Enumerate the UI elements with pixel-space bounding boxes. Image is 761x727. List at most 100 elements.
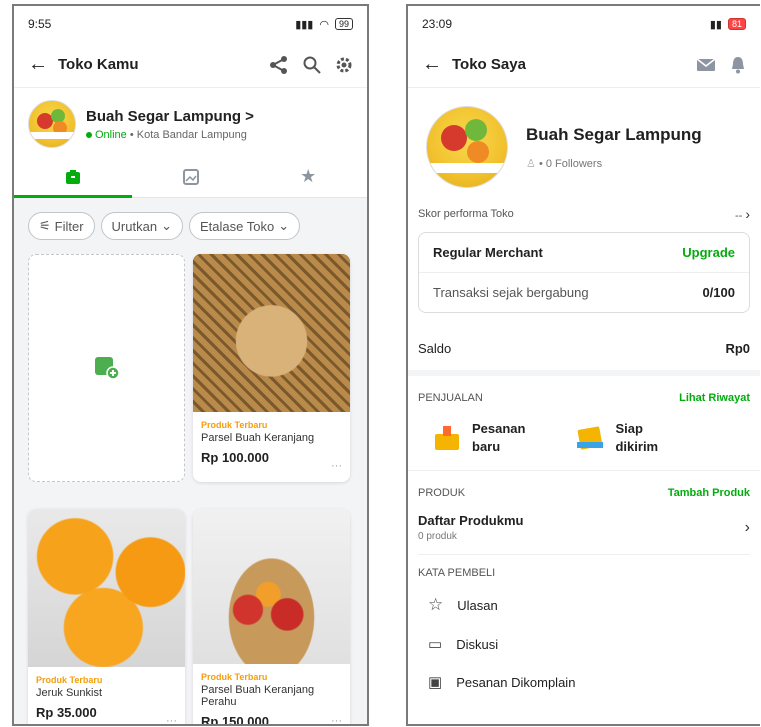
filter-sliders-icon: ⚟ [39,218,51,233]
performance-label: Skor performa Toko [418,208,514,220]
status-time: 23:09 [422,17,453,31]
sort-chip[interactable]: Urutkan ⌄ [100,212,183,240]
new-orders-button[interactable]: Pesanan baru [432,420,525,456]
bell-icon[interactable] [730,56,746,74]
signal-icon: ▮▮▮ [295,18,314,31]
shop-header[interactable]: Buah Segar Lampung > Online • Kota Banda… [14,88,367,156]
product-card[interactable]: Produk Terbaru Jeruk Sunkist Rp 35.000 ·… [28,509,185,724]
tab-reviews[interactable]: ★ [249,156,367,197]
add-product-link[interactable]: Tambah Produk [668,487,750,499]
performance-row[interactable]: Skor performa Toko -- › [408,202,760,226]
product-list-row[interactable]: Daftar Produkmu 0 produk › [418,505,750,554]
discussion-label: Diskusi [456,636,499,652]
shop-status: Online • Kota Bandar Lampung [86,129,254,141]
product-grid: Produk Terbaru Parsel Buah Keranjang Rp … [14,254,367,726]
new-order-icon [435,426,459,451]
chat-icon: ▭ [428,636,443,654]
product-name: Parsel Buah Keranjang Perahu [201,684,315,708]
right-phone-screen: 23:09 ▮▮ 81 ← Toko Saya Buah Segar Lampu… [406,4,760,726]
add-product-card[interactable] [28,254,185,482]
top-bar: ← Toko Saya [408,42,760,88]
merchant-box: Regular Merchant Upgrade Transaksi sejak … [418,232,750,313]
status-bar: 9:55 ▮▮▮ ◠ 99 [14,6,367,42]
product-price: Rp 150.000 [201,714,269,726]
buyer-section: KATA PEMBELI ☆ Ulasan ▭ Diskusi ▣ Pesanan D… [408,555,760,701]
product-name: Parsel Buah Keranjang [201,432,315,444]
product-image-basket [193,254,350,412]
more-options-icon[interactable]: ··· [331,715,342,724]
star-icon: ★ [300,166,317,186]
ready-to-ship-button[interactable]: Siap dikirim [575,420,658,456]
shop-followers: ♙ • 0 Followers [526,157,702,170]
product-label: Produk Terbaru [201,420,268,430]
filter-chip[interactable]: ⚟ Filter [28,212,95,240]
battery-icon: 99 [334,18,353,30]
transaction-value: 0/100 [702,285,735,300]
shop-name: Buah Segar Lampung [526,124,702,144]
status-bar: 23:09 ▮▮ 81 [408,6,760,42]
search-icon[interactable] [303,56,321,74]
saldo-row[interactable]: Saldo Rp0 [408,319,760,370]
chevron-right-icon: › [744,518,750,536]
product-label: Produk Terbaru [201,672,268,682]
product-price: Rp 100.000 [201,450,269,465]
new-orders-label: Pesanan baru [472,421,526,455]
product-image-boat-basket [193,509,350,664]
share-icon[interactable] [269,55,289,74]
saldo-label: Saldo [418,341,452,356]
shop-name[interactable]: Buah Segar Lampung > [86,108,254,125]
product-image-oranges [28,509,185,667]
back-arrow-icon[interactable]: ← [422,53,452,76]
filter-label: Filter [54,218,84,234]
product-card[interactable]: Produk Terbaru Parsel Buah Keranjang Rp … [193,254,350,482]
tab-products[interactable] [14,156,132,198]
shop-tabs: ★ [14,156,367,198]
product-card[interactable]: Produk Terbaru Parsel Buah Keranjang Per… [193,509,350,726]
merchant-type: Regular Merchant [433,245,543,260]
wifi-icon: ◠ [319,18,329,31]
discussion-item[interactable]: ▭ Diskusi [418,625,750,663]
online-label: Online [95,128,127,141]
complaints-item[interactable]: ▣ Pesanan Dikomplain [418,663,750,701]
chevron-right-icon: › [745,206,750,222]
complaints-label: Pesanan Dikomplain [456,674,576,690]
shop-logo [28,100,76,148]
reviews-item[interactable]: ☆ Ulasan [418,585,750,625]
more-options-icon[interactable]: ··· [166,715,177,724]
tab-showcase[interactable] [132,156,250,197]
image-icon [182,168,199,185]
gear-icon[interactable] [335,56,353,74]
shop-location: • Kota Bandar Lampung [129,128,247,141]
product-section: PRODUK Tambah Produk Daftar Produkmu 0 pr… [408,470,760,554]
showcase-chip[interactable]: Etalase Toko ⌄ [188,212,301,240]
product-label: Produk Terbaru [36,675,103,685]
more-options-icon[interactable]: ··· [331,460,342,472]
shop-logo [426,106,508,188]
ready-label: Siap dikirim [615,421,659,455]
transaction-label: Transaksi sejak bergabung [433,285,589,300]
filter-bar: ⚟ Filter Urutkan ⌄ Etalase Toko ⌄ [14,198,367,254]
back-arrow-icon[interactable]: ← [28,53,58,76]
reviews-label: Ulasan [457,597,498,613]
chevron-down-icon: ⌄ [278,218,290,233]
performance-value: -- [734,210,743,222]
saldo-value: Rp0 [725,341,750,356]
online-dot-icon [86,131,92,138]
status-icons: ▮▮ 81 [710,18,746,31]
product-name: Jeruk Sunkist [36,687,103,699]
left-phone-screen: 9:55 ▮▮▮ ◠ 99 ← Toko Kamu Buah Segar Lam… [12,4,369,726]
page-title: Toko Kamu [58,56,139,73]
product-count: 0 produk [418,531,457,543]
showcase-label: Etalase Toko [199,218,275,234]
battery-icon: 81 [727,18,746,30]
product-price: Rp 35.000 [36,705,97,720]
history-link[interactable]: Lihat Riwayat [679,392,750,404]
ready-ship-icon [577,426,604,450]
product-title: PRODUK [418,487,466,500]
product-list-title: Daftar Produkmu [418,513,524,529]
top-bar: ← Toko Kamu [14,42,367,88]
page-title: Toko Saya [452,56,526,73]
upgrade-link[interactable]: Upgrade [682,245,735,260]
mail-icon[interactable] [696,57,716,72]
shop-header: Buah Segar Lampung ♙ • 0 Followers [408,88,760,202]
